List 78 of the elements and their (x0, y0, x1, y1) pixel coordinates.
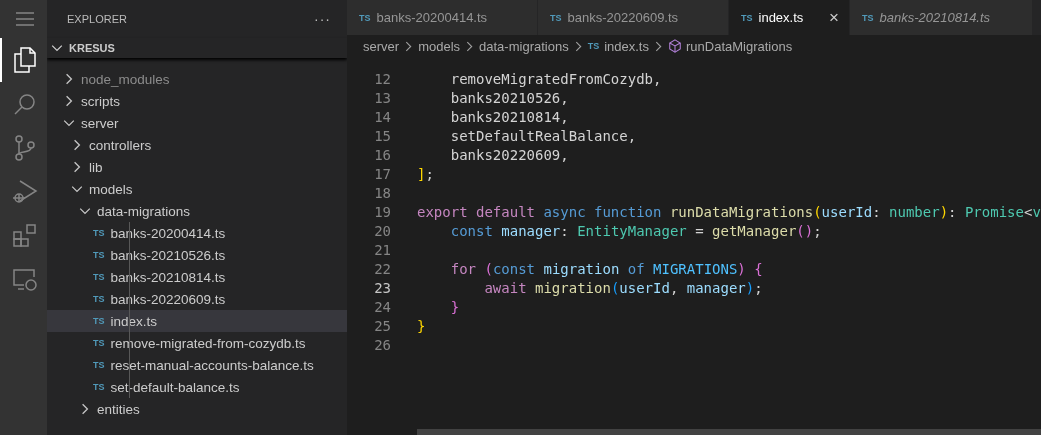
typescript-icon: TS (93, 382, 105, 392)
breadcrumb-item[interactable]: runDataMigrations (686, 38, 793, 54)
breadcrumb-item[interactable]: models (418, 38, 461, 54)
more-actions-button[interactable]: ··· (314, 11, 331, 27)
typescript-icon: TS (93, 360, 105, 370)
typescript-icon: TS (93, 316, 105, 326)
editor-tab[interactable]: TS banks-20200414.ts (347, 0, 538, 35)
line-number: 23 (373, 279, 391, 296)
tree-item[interactable]: TS index.ts (47, 310, 347, 332)
typescript-icon: TS (587, 41, 600, 51)
typescript-icon: TS (93, 294, 105, 304)
typescript-icon: TS (93, 228, 105, 238)
editor-tab[interactable]: TS banks-20220609.ts (538, 0, 729, 35)
line-number: 14 (373, 108, 391, 125)
scrollbar[interactable] (417, 429, 1041, 435)
line-number: 26 (373, 336, 391, 353)
extensions-icon[interactable] (12, 224, 37, 248)
tree-item[interactable]: TS reset-manual-accounts-balance.ts (47, 354, 347, 376)
tree-item[interactable]: models (47, 178, 347, 200)
line-number: 15 (373, 127, 391, 144)
line-number: 25 (373, 317, 391, 334)
tree-item[interactable]: data-migrations (47, 200, 347, 222)
code-line: removeMigratedFromCozydb, (449, 70, 662, 87)
breadcrumb-item[interactable]: index.ts (604, 38, 649, 54)
code-line: ]; (417, 165, 434, 182)
tree-item[interactable]: TS banks-20210526.ts (47, 244, 347, 266)
tree-item[interactable]: TS banks-20220609.ts (47, 288, 347, 310)
typescript-icon: TS (93, 272, 105, 282)
run-debug-icon[interactable] (11, 179, 38, 205)
chevron-icon (51, 42, 63, 54)
tree-item[interactable]: scripts (47, 90, 347, 112)
tree-item[interactable]: entities (47, 398, 347, 420)
editor-tab[interactable]: TS banks-20210814.ts (850, 0, 1033, 35)
breadcrumb-item[interactable]: server (363, 38, 400, 54)
section-header[interactable]: KRESUS (47, 38, 347, 58)
line-number: 13 (373, 89, 391, 106)
tree-item[interactable]: TS banks-20200414.ts (47, 222, 347, 244)
code-line: setDefaultRealBalance, (449, 127, 637, 144)
code-line: export default async function runDataMigrations(userId: number): Promise<v (417, 203, 1041, 220)
code-line: banks20210526, (449, 89, 569, 106)
line-number: 24 (373, 298, 391, 315)
line-number: 22 (373, 260, 391, 277)
tree-item[interactable]: TS remove-migrated-from-cozydb.ts (47, 332, 347, 354)
line-number: 21 (373, 241, 391, 258)
search-icon[interactable] (12, 92, 37, 116)
code-line: } (449, 298, 460, 315)
line-number: 19 (373, 203, 391, 220)
explorer-title: EXPLORER (67, 13, 127, 25)
code-line: const manager: EntityManager = getManager(); (449, 222, 822, 239)
line-number: 16 (373, 146, 391, 163)
source-control-icon[interactable] (13, 135, 36, 161)
code-line: await migration(userId, manager); (483, 279, 763, 296)
line-number: 17 (373, 165, 391, 182)
tree-item[interactable]: lib (47, 156, 347, 178)
chevron-icon (653, 40, 664, 52)
editor-tab[interactable]: TS index.ts × (729, 0, 850, 35)
line-number: 12 (373, 70, 391, 87)
code-line: banks20220609, (449, 146, 569, 163)
remote-explorer-icon[interactable] (11, 268, 38, 292)
files-icon[interactable] (12, 47, 37, 73)
tree-item[interactable]: TS banks-20210814.ts (47, 266, 347, 288)
tree-item[interactable]: server (47, 112, 347, 134)
menu-icon[interactable] (14, 12, 35, 26)
cube-icon (668, 39, 682, 53)
breadcrumb-item[interactable]: data-migrations (479, 38, 569, 54)
typescript-icon: TS (93, 250, 105, 260)
line-number: 18 (373, 184, 391, 201)
typescript-icon: TS (93, 338, 105, 348)
close-icon[interactable]: × (829, 7, 839, 28)
code-line: banks20210814, (449, 108, 569, 125)
chevron-icon (403, 40, 415, 52)
tree-item[interactable]: TS set-default-balance.ts (47, 376, 347, 398)
tree-item[interactable]: node_modules (47, 68, 347, 90)
code-line: for (const migration of MIGRATIONS) { (449, 260, 763, 277)
code-line: } (417, 317, 426, 334)
chevron-icon (464, 40, 476, 52)
line-number: 20 (373, 222, 391, 239)
tree-item[interactable]: controllers (47, 134, 347, 156)
